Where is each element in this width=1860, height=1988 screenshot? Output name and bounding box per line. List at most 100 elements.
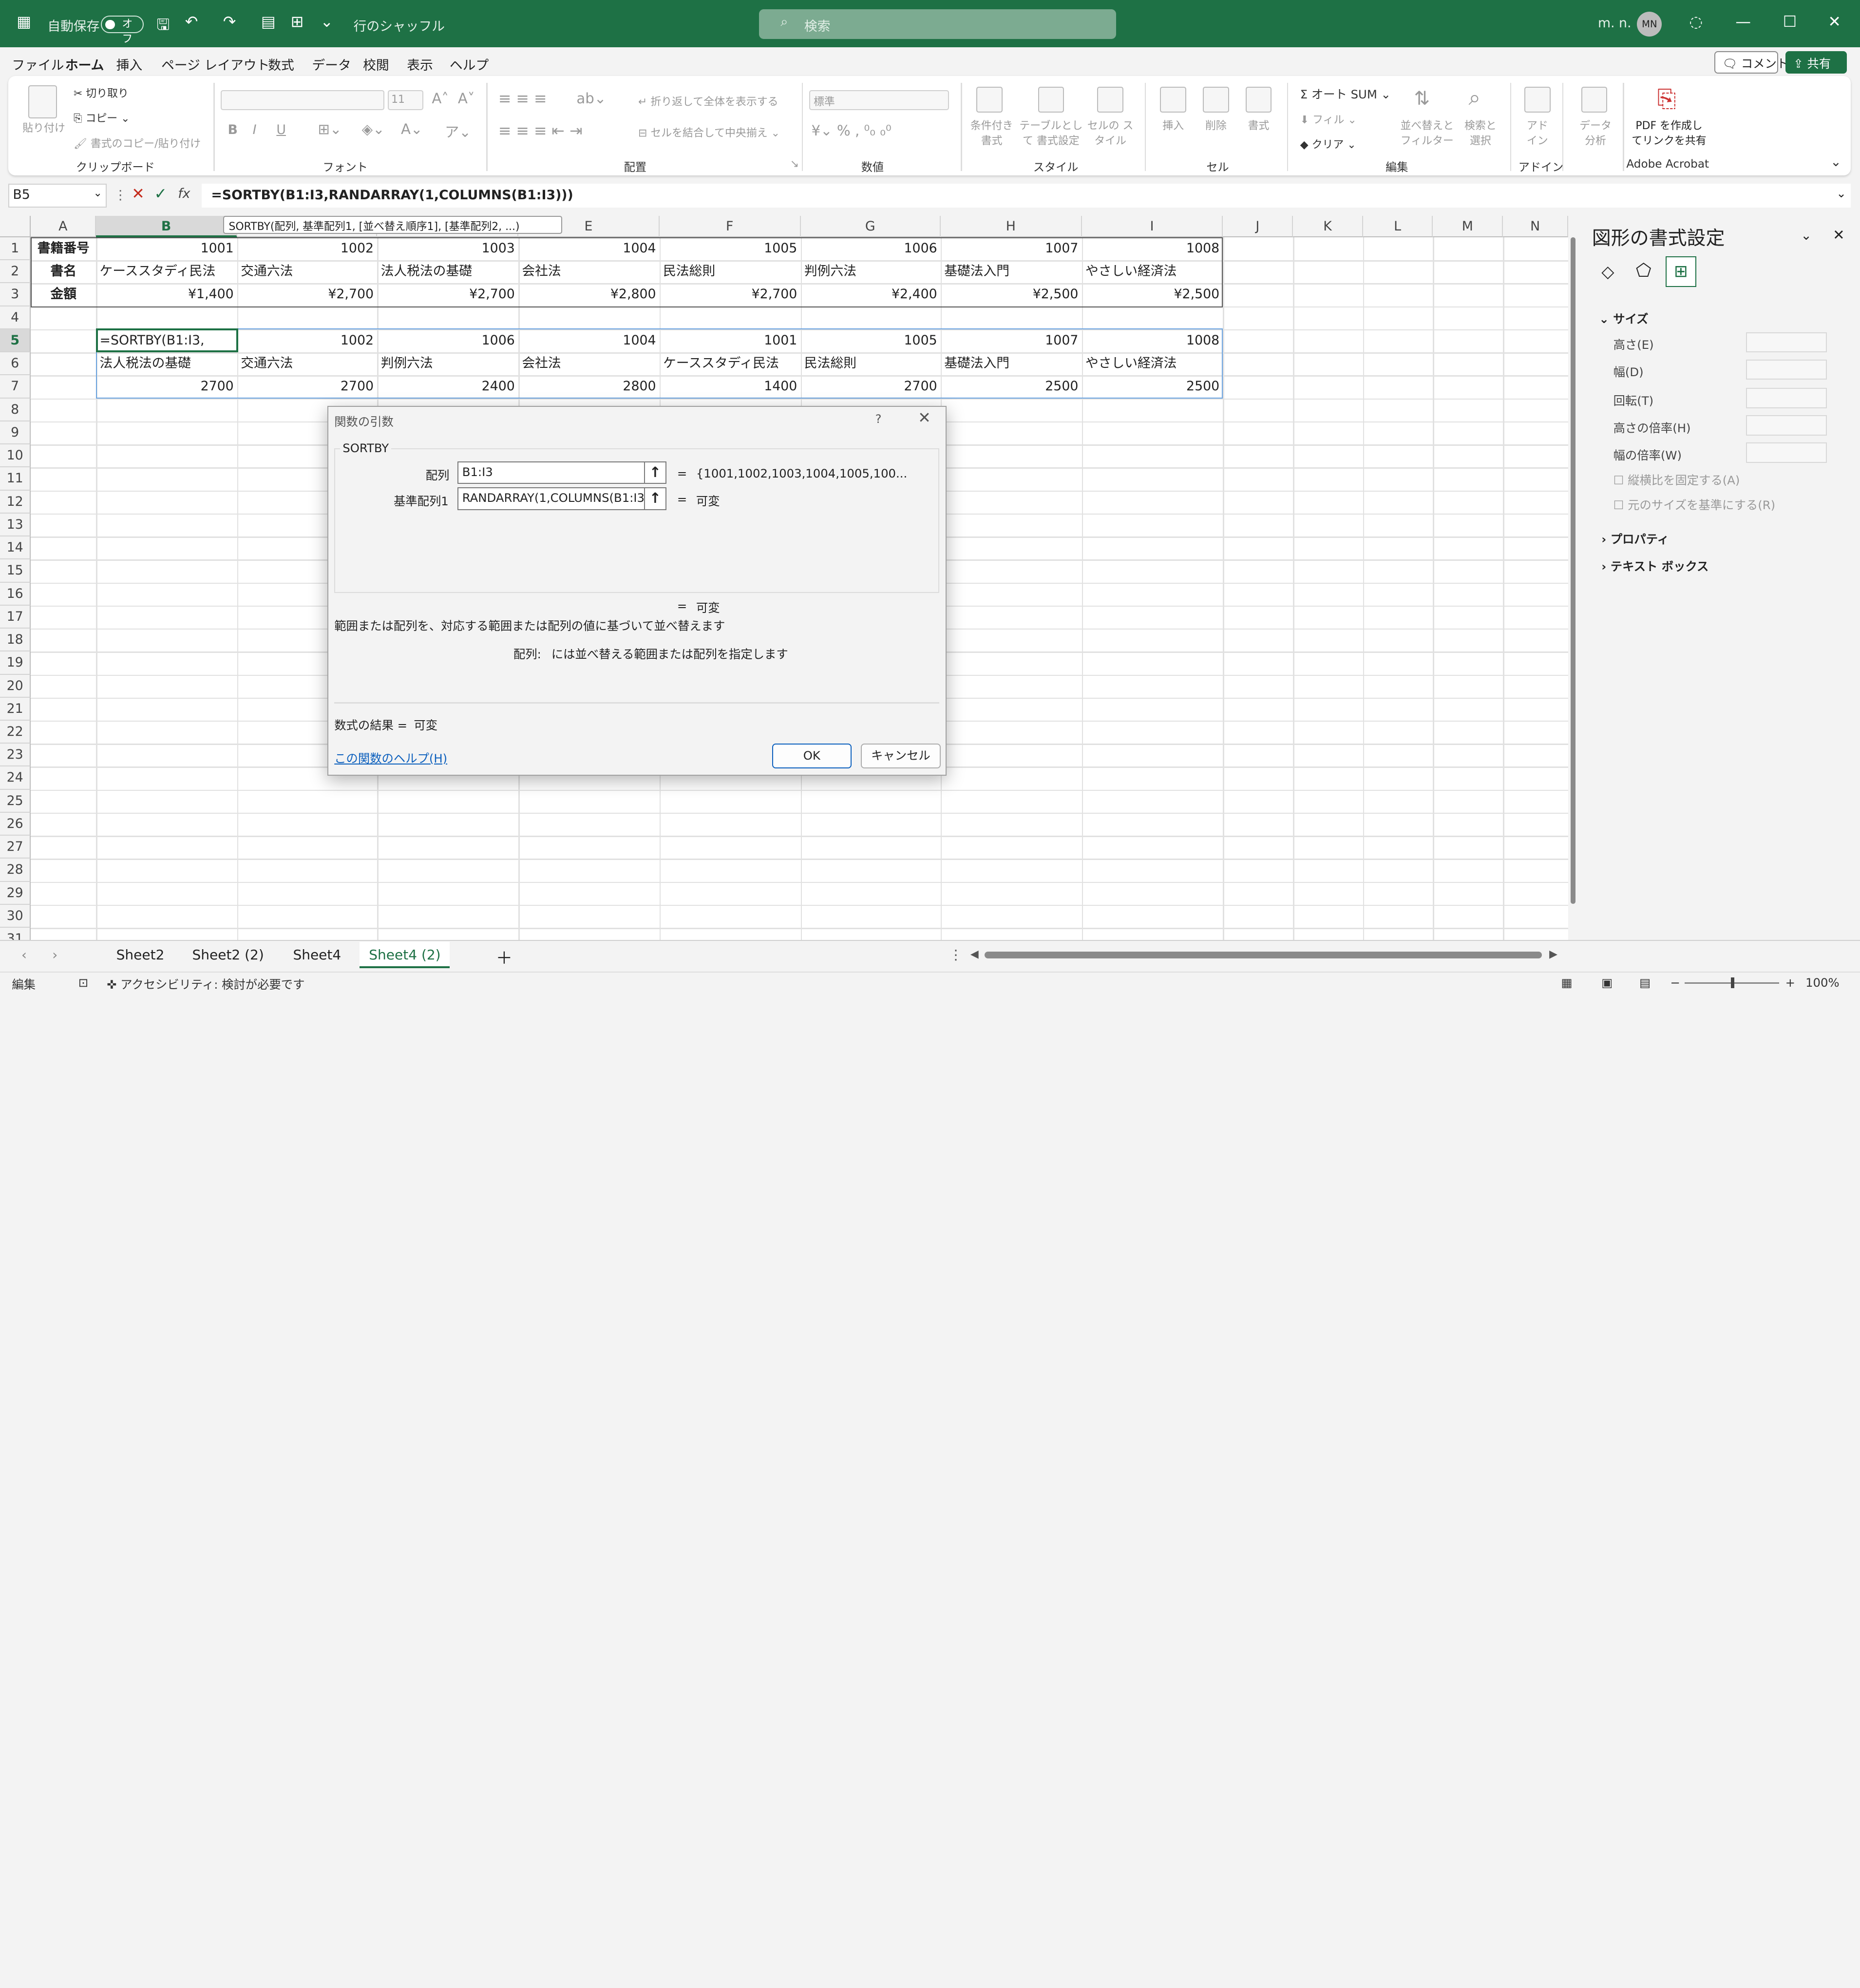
menu-file[interactable]: ファイル	[12, 55, 64, 74]
fill-color-icon[interactable]: ◈⌄	[362, 121, 385, 137]
format-table-button[interactable]: テーブルとして 書式設定	[1018, 117, 1084, 148]
textbox-section-toggle[interactable]: › テキスト ボックス	[1601, 557, 1708, 574]
paste-icon[interactable]	[28, 85, 57, 119]
row-header-5[interactable]: 5	[0, 329, 31, 353]
table-icon[interactable]: ▤	[261, 13, 276, 31]
share-button[interactable]: ⇪ 共有	[1785, 51, 1847, 74]
row-header-23[interactable]: 23	[0, 744, 31, 767]
relative-size-checkbox[interactable]: ☐ 元のサイズを基準にする(R)	[1613, 496, 1776, 513]
row-header-3[interactable]: 3	[0, 283, 31, 306]
addin-button[interactable]: アド イン	[1522, 117, 1553, 148]
row-header-12[interactable]: 12	[0, 490, 31, 514]
fill-line-icon[interactable]: ◇	[1601, 262, 1614, 282]
ok-button[interactable]: OK	[772, 744, 852, 769]
column-header-i[interactable]: I	[1082, 216, 1223, 237]
sheet-tab[interactable]: Sheet2 (2)	[192, 947, 264, 963]
zoom-out-icon[interactable]: −	[1670, 975, 1680, 990]
sort-filter-icon[interactable]: ⇅	[1414, 88, 1430, 110]
format-table-icon[interactable]	[1038, 86, 1064, 113]
orientation-icon[interactable]: ab⌄	[576, 90, 606, 107]
menu-view[interactable]: 表示	[407, 55, 433, 74]
page-layout-view-icon[interactable]: ▣	[1601, 975, 1613, 990]
lightbulb-icon[interactable]: ◌	[1689, 13, 1703, 31]
row-header-20[interactable]: 20	[0, 674, 31, 698]
row-header-4[interactable]: 4	[0, 306, 31, 329]
copy-button[interactable]: ⎘ コピー ⌄	[74, 110, 130, 125]
fill-button[interactable]: ⬇ フィル ⌄	[1300, 112, 1357, 127]
dialog-close-icon[interactable]: ✕	[918, 409, 931, 427]
sheet-tab-active[interactable]: Sheet4 (2)	[369, 947, 440, 963]
scroll-left-icon[interactable]: ◀	[970, 948, 979, 960]
row-header-8[interactable]: 8	[0, 398, 31, 421]
height-input[interactable]	[1746, 332, 1827, 353]
column-header-l[interactable]: L	[1363, 216, 1433, 237]
menu-page-layout[interactable]: ページ レイアウト	[161, 55, 269, 74]
paste-button[interactable]: 貼り付け	[22, 120, 65, 135]
document-title[interactable]: 行のシャッフル	[354, 16, 445, 35]
cancel-button[interactable]: キャンセル	[861, 744, 941, 769]
collapse-dialog-icon[interactable]: ↑	[644, 461, 666, 484]
delete-cells-icon[interactable]	[1203, 86, 1229, 113]
collapse-ribbon-icon[interactable]: ⌄	[1830, 154, 1841, 170]
addin-icon[interactable]	[1524, 86, 1551, 113]
format-cells-button[interactable]: 書式	[1248, 117, 1270, 133]
row-header-29[interactable]: 29	[0, 881, 31, 905]
chevron-down-icon[interactable]: ⌄	[1801, 228, 1811, 243]
more-icon[interactable]: ⋮	[114, 188, 127, 203]
arg2-input[interactable]: RANDARRAY(1,COLUMNS(B1:I3	[457, 487, 645, 510]
column-header-a[interactable]: A	[31, 216, 96, 237]
row-header-24[interactable]: 24	[0, 766, 31, 790]
maximize-icon[interactable]: ☐	[1783, 13, 1797, 31]
row-header-22[interactable]: 22	[0, 721, 31, 744]
vertical-scroll-thumb[interactable]	[1570, 237, 1575, 904]
menu-formulas[interactable]: 数式	[268, 55, 294, 74]
sort-filter-button[interactable]: 並べ替えと フィルター	[1400, 117, 1454, 148]
collapse-dialog-icon[interactable]: ↑	[644, 487, 666, 510]
function-help-link[interactable]: この関数のヘルプ(H)	[334, 749, 447, 766]
name-box[interactable]: B5 ⌄	[8, 184, 107, 208]
conditional-format-button[interactable]: 条件付き 書式	[968, 117, 1015, 148]
zoom-slider-thumb[interactable]	[1730, 977, 1734, 989]
minimize-icon[interactable]: —	[1735, 13, 1751, 31]
sheet-tab[interactable]: Sheet2	[116, 947, 165, 963]
menu-review[interactable]: 校閲	[363, 55, 389, 74]
lock-aspect-checkbox[interactable]: ☐ 縦横比を固定する(A)	[1613, 471, 1740, 488]
column-header-b[interactable]: B	[96, 216, 237, 237]
insert-cells-button[interactable]: 挿入	[1162, 117, 1184, 133]
column-header-n[interactable]: N	[1503, 216, 1569, 237]
italic-button[interactable]: I	[253, 122, 257, 137]
format-painter-button[interactable]: 🖌 書式のコピー/貼り付け	[74, 135, 201, 151]
font-name-select[interactable]	[220, 90, 384, 111]
function-tooltip[interactable]: SORTBY(配列, 基準配列1, [並べ替え順序1], [基準配列2, ...…	[223, 216, 563, 234]
grow-font-icon[interactable]: A˄	[432, 90, 449, 107]
font-color-icon[interactable]: A⌄	[401, 121, 422, 137]
next-sheet-icon[interactable]: ›	[52, 947, 57, 963]
menu-data[interactable]: データ	[312, 55, 351, 74]
horizontal-scroll-thumb[interactable]	[985, 951, 1542, 959]
save-icon[interactable]: 🖫	[156, 13, 170, 39]
column-header-k[interactable]: K	[1293, 216, 1363, 237]
row-header-27[interactable]: 27	[0, 836, 31, 859]
size-section-toggle[interactable]: ⌄ サイズ	[1599, 310, 1648, 327]
scale-width-input[interactable]	[1746, 442, 1827, 463]
customize-qat-icon[interactable]: ⌄	[320, 13, 333, 31]
underline-button[interactable]: U	[276, 122, 286, 137]
close-icon[interactable]: ✕	[1828, 13, 1841, 31]
row-header-19[interactable]: 19	[0, 651, 31, 675]
merge-center-button[interactable]: ⊟ セルを結合して中央揃え ⌄	[638, 125, 780, 140]
arg1-input[interactable]: B1:I3	[457, 461, 645, 484]
find-select-button[interactable]: 検索と 選択	[1460, 117, 1500, 148]
border-icon[interactable]: ⊞⌄	[318, 121, 342, 137]
column-header-f[interactable]: F	[659, 216, 801, 237]
row-header-13[interactable]: 13	[0, 513, 31, 537]
number-format-select[interactable]: 標準	[809, 90, 949, 111]
rotation-input[interactable]	[1746, 388, 1827, 408]
form-icon[interactable]: ⊞	[291, 13, 304, 31]
bold-button[interactable]: B	[228, 122, 238, 137]
expand-formula-icon[interactable]: ⌄	[1836, 186, 1846, 200]
properties-section-toggle[interactable]: › プロパティ	[1601, 530, 1669, 547]
currency-icon[interactable]: ¥⌄ % , ⁰₀ ₀⁰	[812, 122, 892, 139]
comment-button[interactable]: 🗨 コメント	[1714, 51, 1788, 74]
cut-button[interactable]: ✂ 切り取り	[74, 85, 129, 100]
cancel-icon[interactable]: ✕	[132, 185, 145, 203]
